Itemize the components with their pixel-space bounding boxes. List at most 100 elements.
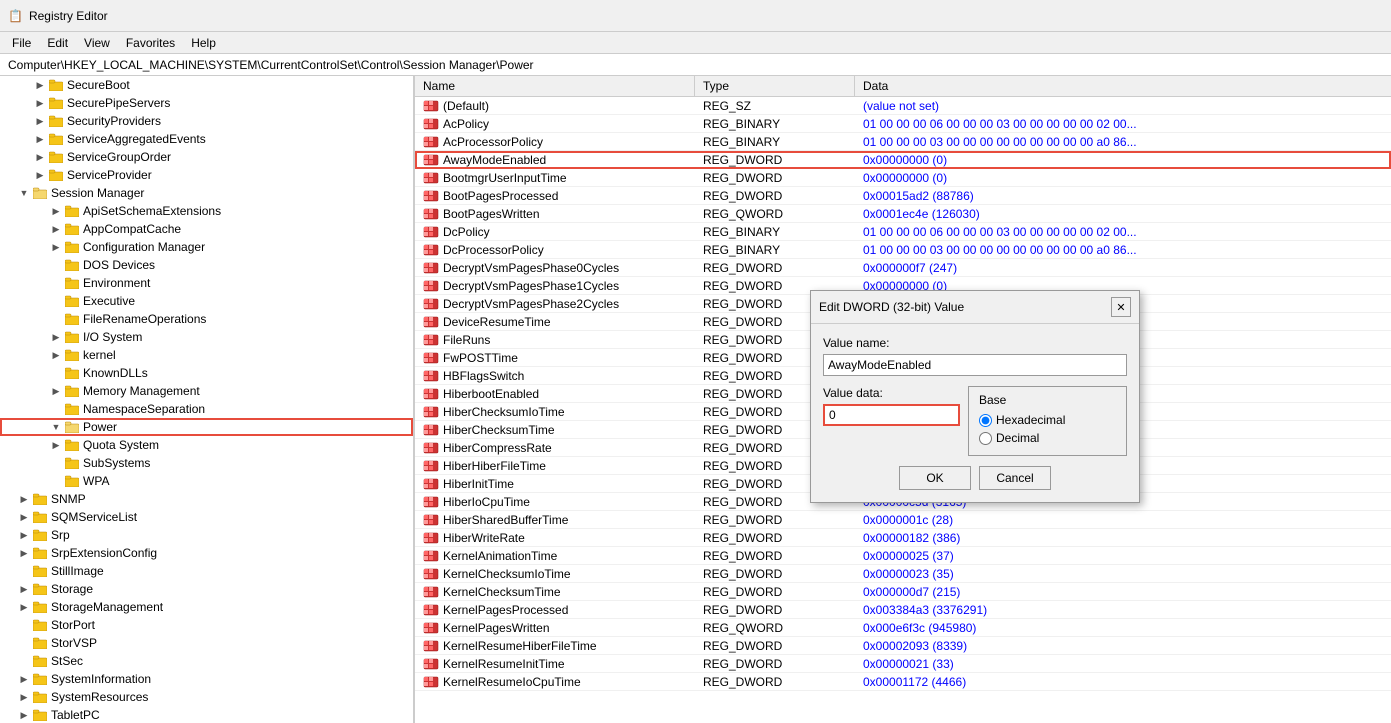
- value-data-cell: 0x00001172 (4466): [855, 674, 1391, 690]
- folder-icon: [64, 366, 80, 380]
- tree-item-subsystems[interactable]: SubSystems: [0, 454, 413, 472]
- value-data-input[interactable]: [823, 404, 960, 426]
- cancel-button[interactable]: Cancel: [979, 466, 1051, 490]
- tree-item-kernel[interactable]: ▶ kernel: [0, 346, 413, 364]
- table-row[interactable]: KernelResumeHiberFileTimeREG_DWORD0x0000…: [415, 637, 1391, 655]
- tree-item-storage[interactable]: ▶ Storage: [0, 580, 413, 598]
- tree-item-namespacesep[interactable]: NamespaceSeparation: [0, 400, 413, 418]
- table-row[interactable]: KernelPagesProcessedREG_DWORD0x003384a3 …: [415, 601, 1391, 619]
- tree-item-configmanager[interactable]: ▶ Configuration Manager: [0, 238, 413, 256]
- table-row[interactable]: KernelChecksumTimeREG_DWORD0x000000d7 (2…: [415, 583, 1391, 601]
- folder-icon: [64, 330, 80, 344]
- tree-item-sqmservicelist[interactable]: ▶ SQMServiceList: [0, 508, 413, 526]
- menu-edit[interactable]: Edit: [39, 34, 76, 52]
- tree-item-serviceprovider[interactable]: ▶ ServiceProvider: [0, 166, 413, 184]
- arrow-icon: ▶: [16, 602, 32, 613]
- edit-dword-dialog[interactable]: Edit DWORD (32-bit) Value ✕ Value name: …: [810, 290, 1140, 503]
- tree-item-secureboot[interactable]: ▶ SecureBoot: [0, 76, 413, 94]
- value-data-cell: 01 00 00 00 06 00 00 00 03 00 00 00 00 0…: [855, 224, 1391, 240]
- table-row[interactable]: BootmgrUserInputTimeREG_DWORD0x00000000 …: [415, 169, 1391, 187]
- value-name-cell: AwayModeEnabled: [415, 152, 695, 168]
- table-row[interactable]: HiberSharedBufferTimeREG_DWORD0x0000001c…: [415, 511, 1391, 529]
- tree-item-wpa[interactable]: WPA: [0, 472, 413, 490]
- tree-panel[interactable]: ▶ SecureBoot ▶ SecurePipeServers ▶ Secur…: [0, 76, 415, 723]
- header-type[interactable]: Type: [695, 76, 855, 96]
- value-data-cell: 0x0001ec4e (126030): [855, 206, 1391, 222]
- radio-decimal[interactable]: Decimal: [979, 431, 1116, 445]
- table-row[interactable]: AcPolicyREG_BINARY01 00 00 00 06 00 00 0…: [415, 115, 1391, 133]
- tree-item-appcompatcache[interactable]: ▶ AppCompatCache: [0, 220, 413, 238]
- tree-item-serviceaggregatedevents[interactable]: ▶ ServiceAggregatedEvents: [0, 130, 413, 148]
- radio-dec-input[interactable]: [979, 432, 992, 445]
- table-row[interactable]: KernelPagesWrittenREG_QWORD0x000e6f3c (9…: [415, 619, 1391, 637]
- tree-item-dosdevices[interactable]: DOS Devices: [0, 256, 413, 274]
- tree-item-executive[interactable]: Executive: [0, 292, 413, 310]
- ok-button[interactable]: OK: [899, 466, 971, 490]
- tree-item-apisetschema[interactable]: ▶ ApiSetSchemaExtensions: [0, 202, 413, 220]
- table-row[interactable]: KernelChecksumIoTimeREG_DWORD0x00000023 …: [415, 565, 1391, 583]
- dialog-close-button[interactable]: ✕: [1111, 297, 1131, 317]
- tree-item-quotasystem[interactable]: ▶ Quota System: [0, 436, 413, 454]
- value-data-cell: 01 00 00 00 06 00 00 00 03 00 00 00 00 0…: [855, 116, 1391, 132]
- menu-file[interactable]: File: [4, 34, 39, 52]
- value-type-cell: REG_DWORD: [695, 170, 855, 186]
- radio-dec-label: Decimal: [996, 431, 1039, 445]
- menu-favorites[interactable]: Favorites: [118, 34, 183, 52]
- tree-label: WPA: [83, 474, 109, 488]
- table-row[interactable]: BootPagesWrittenREG_QWORD0x0001ec4e (126…: [415, 205, 1391, 223]
- value-type-cell: REG_DWORD: [695, 566, 855, 582]
- header-data[interactable]: Data: [855, 76, 1391, 96]
- tree-item-stillimage[interactable]: StillImage: [0, 562, 413, 580]
- tree-item-memorymgmt[interactable]: ▶ Memory Management: [0, 382, 413, 400]
- tree-item-servicegrouporder[interactable]: ▶ ServiceGroupOrder: [0, 148, 413, 166]
- tree-item-snmp[interactable]: ▶ SNMP: [0, 490, 413, 508]
- folder-icon: [32, 708, 48, 722]
- table-row[interactable]: DcProcessorPolicyREG_BINARY01 00 00 00 0…: [415, 241, 1391, 259]
- value-name-cell: HiberbootEnabled: [415, 386, 695, 402]
- tree-label: TabletPC: [51, 708, 100, 722]
- table-row[interactable]: AwayModeEnabledREG_DWORD0x00000000 (0): [415, 151, 1391, 169]
- tree-item-storvsp[interactable]: StorVSP: [0, 634, 413, 652]
- tree-item-filerename[interactable]: FileRenameOperations: [0, 310, 413, 328]
- value-data-cell: 0x00015ad2 (88786): [855, 188, 1391, 204]
- tree-item-srpextensionconfig[interactable]: ▶ SrpExtensionConfig: [0, 544, 413, 562]
- tree-item-iosystem[interactable]: ▶ I/O System: [0, 328, 413, 346]
- table-row[interactable]: KernelResumeInitTimeREG_DWORD0x00000021 …: [415, 655, 1391, 673]
- tree-item-stsec[interactable]: StSec: [0, 652, 413, 670]
- radio-hex-input[interactable]: [979, 414, 992, 427]
- tree-item-storagemanagement[interactable]: ▶ StorageManagement: [0, 598, 413, 616]
- value-name-input[interactable]: [823, 354, 1127, 376]
- tree-label: SQMServiceList: [51, 510, 137, 524]
- base-section: Base Hexadecimal Decimal: [968, 386, 1127, 456]
- table-row[interactable]: DcPolicyREG_BINARY01 00 00 00 06 00 00 0…: [415, 223, 1391, 241]
- tree-item-environment[interactable]: Environment: [0, 274, 413, 292]
- tree-item-tabletpc[interactable]: ▶ TabletPC: [0, 706, 413, 723]
- tree-item-srp[interactable]: ▶ Srp: [0, 526, 413, 544]
- value-name-cell: DecryptVsmPagesPhase0Cycles: [415, 260, 695, 276]
- table-row[interactable]: (Default)REG_SZ(value not set): [415, 97, 1391, 115]
- header-name[interactable]: Name: [415, 76, 695, 96]
- arrow-icon: ▶: [16, 674, 32, 685]
- table-row[interactable]: HiberWriteRateREG_DWORD0x00000182 (386): [415, 529, 1391, 547]
- table-row[interactable]: BootPagesProcessedREG_DWORD0x00015ad2 (8…: [415, 187, 1391, 205]
- tree-item-storport[interactable]: StorPort: [0, 616, 413, 634]
- tree-item-securityproviders[interactable]: ▶ SecurityProviders: [0, 112, 413, 130]
- arrow-icon: ▶: [48, 332, 64, 343]
- value-name-cell: HiberHiberFileTime: [415, 458, 695, 474]
- value-name-cell: DcProcessorPolicy: [415, 242, 695, 258]
- menu-help[interactable]: Help: [183, 34, 224, 52]
- tree-item-sysinfo[interactable]: ▶ SystemInformation: [0, 670, 413, 688]
- tree-item-power[interactable]: ▼ Power: [0, 418, 413, 436]
- value-data-cell: 0x000000d7 (215): [855, 584, 1391, 600]
- tree-item-sysresources[interactable]: ▶ SystemResources: [0, 688, 413, 706]
- radio-hexadecimal[interactable]: Hexadecimal: [979, 413, 1116, 427]
- table-row[interactable]: DecryptVsmPagesPhase0CyclesREG_DWORD0x00…: [415, 259, 1391, 277]
- tree-item-knowndlls[interactable]: KnownDLLs: [0, 364, 413, 382]
- table-row[interactable]: KernelResumeIoCpuTimeREG_DWORD0x00001172…: [415, 673, 1391, 691]
- menu-view[interactable]: View: [76, 34, 118, 52]
- tree-item-securepipeservers[interactable]: ▶ SecurePipeServers: [0, 94, 413, 112]
- table-row[interactable]: KernelAnimationTimeREG_DWORD0x00000025 (…: [415, 547, 1391, 565]
- tree-item-sessionmanager[interactable]: ▼ Session Manager: [0, 184, 413, 202]
- table-row[interactable]: AcProcessorPolicyREG_BINARY01 00 00 00 0…: [415, 133, 1391, 151]
- value-type-cell: REG_DWORD: [695, 152, 855, 168]
